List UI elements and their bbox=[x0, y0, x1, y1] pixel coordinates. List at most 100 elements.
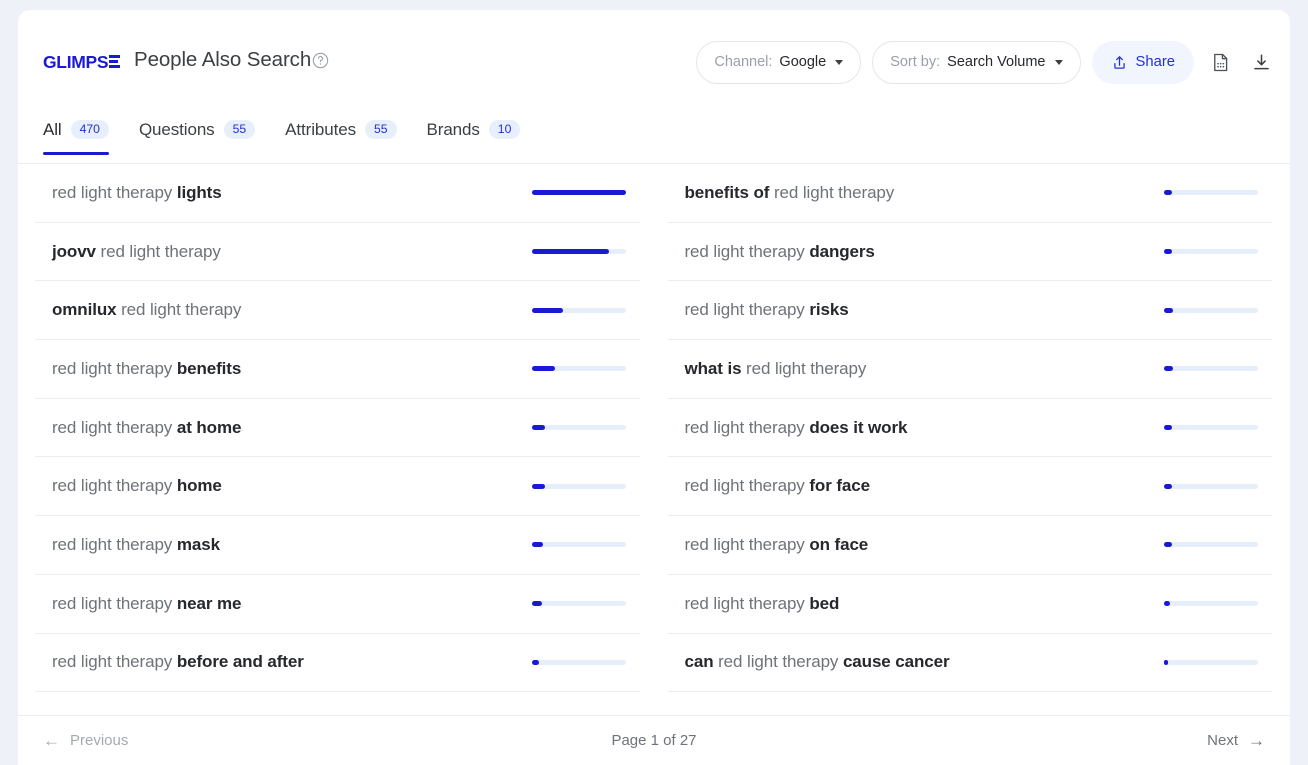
table-row[interactable]: joovv red light therapy bbox=[35, 223, 640, 282]
channel-value: Google bbox=[779, 54, 826, 70]
share-label: Share bbox=[1136, 54, 1176, 70]
sort-dropdown[interactable]: Sort by: Search Volume bbox=[872, 41, 1080, 84]
tab-label: Questions bbox=[139, 120, 215, 140]
table-row[interactable]: red light therapy lights bbox=[35, 164, 640, 223]
tab-count-badge: 470 bbox=[71, 120, 109, 139]
volume-bar-fill bbox=[1164, 308, 1173, 313]
row-term: red light therapy home bbox=[35, 476, 532, 496]
chevron-down-icon bbox=[835, 60, 843, 65]
next-page-button[interactable]: Next → bbox=[1207, 732, 1265, 749]
previous-page-button[interactable]: ← Previous bbox=[43, 732, 128, 749]
volume-bar-track bbox=[1164, 484, 1258, 489]
volume-bar-track bbox=[1164, 601, 1258, 606]
volume-bar-fill bbox=[1164, 190, 1172, 195]
volume-bar-fill bbox=[1164, 425, 1172, 430]
export-sheet-button[interactable] bbox=[1205, 47, 1235, 77]
share-button[interactable]: Share bbox=[1092, 41, 1195, 84]
table-row[interactable]: red light therapy before and after bbox=[35, 634, 640, 693]
previous-label: Previous bbox=[70, 732, 128, 749]
app-header: GLIMPS People Also Search Channel: Googl… bbox=[18, 10, 1290, 104]
brand-wordmark: GLIMPS bbox=[43, 52, 108, 73]
volume-bar-fill bbox=[532, 542, 543, 547]
volume-bar-track bbox=[1164, 366, 1258, 371]
tab-count-badge: 55 bbox=[365, 120, 397, 139]
table-row[interactable]: red light therapy mask bbox=[35, 516, 640, 575]
table-row[interactable]: what is red light therapy bbox=[668, 340, 1273, 399]
page-title: People Also Search bbox=[134, 48, 311, 72]
tab-bar: All 470 Questions 55 Attributes 55 Brands10 bbox=[18, 104, 1290, 164]
table-row[interactable]: omnilux red light therapy bbox=[35, 281, 640, 340]
row-term: red light therapy near me bbox=[35, 594, 532, 614]
tab-questions[interactable]: Questions 55 bbox=[139, 104, 255, 155]
results-grid: red light therapy lights joovv red light … bbox=[18, 164, 1290, 692]
table-row[interactable]: can red light therapy cause cancer bbox=[668, 634, 1273, 693]
table-row[interactable]: red light therapy risks bbox=[668, 281, 1273, 340]
channel-dropdown[interactable]: Channel: Google bbox=[696, 41, 861, 84]
table-row[interactable]: red light therapy bed bbox=[668, 575, 1273, 634]
spreadsheet-file-icon bbox=[1210, 52, 1231, 73]
row-term: red light therapy mask bbox=[35, 535, 532, 555]
volume-bar-fill bbox=[532, 249, 609, 254]
volume-bar-track bbox=[532, 366, 626, 371]
table-row[interactable]: red light therapy benefits bbox=[35, 340, 640, 399]
row-term: red light therapy on face bbox=[668, 535, 1165, 555]
arrow-right-icon: → bbox=[1248, 732, 1265, 749]
header-controls: Channel: Google Sort by: Search Volume S… bbox=[696, 40, 1276, 84]
row-term: red light therapy at home bbox=[35, 418, 532, 438]
results-column-right: benefits of red light therapy red light t… bbox=[668, 164, 1273, 692]
table-row[interactable]: red light therapy does it work bbox=[668, 399, 1273, 458]
sort-value: Search Volume bbox=[947, 54, 1045, 70]
volume-bar-fill bbox=[532, 425, 545, 430]
tab-all[interactable]: All 470 bbox=[43, 104, 109, 155]
help-circle-icon[interactable] bbox=[312, 52, 329, 69]
tab-label: Attributes bbox=[285, 120, 356, 140]
table-row[interactable]: red light therapy dangers bbox=[668, 223, 1273, 282]
row-term: can red light therapy cause cancer bbox=[668, 652, 1165, 672]
row-term: red light therapy for face bbox=[668, 476, 1165, 496]
row-term: red light therapy dangers bbox=[668, 242, 1165, 262]
volume-bar-track bbox=[532, 601, 626, 606]
tab-label: All bbox=[43, 120, 62, 140]
arrow-left-icon: ← bbox=[43, 732, 60, 749]
row-term: red light therapy risks bbox=[668, 300, 1165, 320]
volume-bar-track bbox=[532, 308, 626, 313]
table-row[interactable]: red light therapy home bbox=[35, 457, 640, 516]
glimpse-logo[interactable]: GLIMPS bbox=[43, 50, 120, 74]
volume-bar-track bbox=[532, 484, 626, 489]
volume-bar-track bbox=[1164, 308, 1258, 313]
volume-bar-track bbox=[1164, 425, 1258, 430]
volume-bar-fill bbox=[532, 308, 564, 313]
table-row[interactable]: red light therapy near me bbox=[35, 575, 640, 634]
pagination-bar: ← Previous Page 1 of 27 Next → bbox=[18, 715, 1290, 765]
volume-bar-track bbox=[1164, 249, 1258, 254]
volume-bar-fill bbox=[1164, 484, 1172, 489]
row-term: red light therapy lights bbox=[35, 183, 532, 203]
tab-attributes[interactable]: Attributes 55 bbox=[285, 104, 396, 155]
volume-bar-fill bbox=[532, 190, 626, 195]
volume-bar-fill bbox=[532, 484, 545, 489]
results-column-left: red light therapy lights joovv red light … bbox=[35, 164, 640, 692]
row-term: omnilux red light therapy bbox=[35, 300, 532, 320]
tab-brands[interactable]: Brands10 bbox=[427, 104, 521, 155]
table-row[interactable]: benefits of red light therapy bbox=[668, 164, 1273, 223]
volume-bar-fill bbox=[1164, 542, 1172, 547]
volume-bar-fill bbox=[532, 660, 540, 665]
volume-bar-track bbox=[532, 190, 626, 195]
row-term: red light therapy does it work bbox=[668, 418, 1165, 438]
page-indicator: Page 1 of 27 bbox=[18, 732, 1290, 749]
table-row[interactable]: red light therapy on face bbox=[668, 516, 1273, 575]
next-label: Next bbox=[1207, 732, 1238, 749]
tab-count-badge: 55 bbox=[224, 120, 256, 139]
share-upload-icon bbox=[1111, 54, 1128, 71]
download-button[interactable] bbox=[1246, 47, 1276, 77]
volume-bar-fill bbox=[1164, 249, 1172, 254]
row-term: benefits of red light therapy bbox=[668, 183, 1165, 203]
channel-label: Channel: bbox=[714, 54, 772, 70]
main-card: GLIMPS People Also Search Channel: Googl… bbox=[18, 10, 1290, 765]
brand-e-glyph-icon bbox=[109, 55, 120, 69]
volume-bar-track bbox=[532, 425, 626, 430]
sort-label: Sort by: bbox=[890, 54, 940, 70]
table-row[interactable]: red light therapy for face bbox=[668, 457, 1273, 516]
volume-bar-fill bbox=[532, 366, 556, 371]
table-row[interactable]: red light therapy at home bbox=[35, 399, 640, 458]
